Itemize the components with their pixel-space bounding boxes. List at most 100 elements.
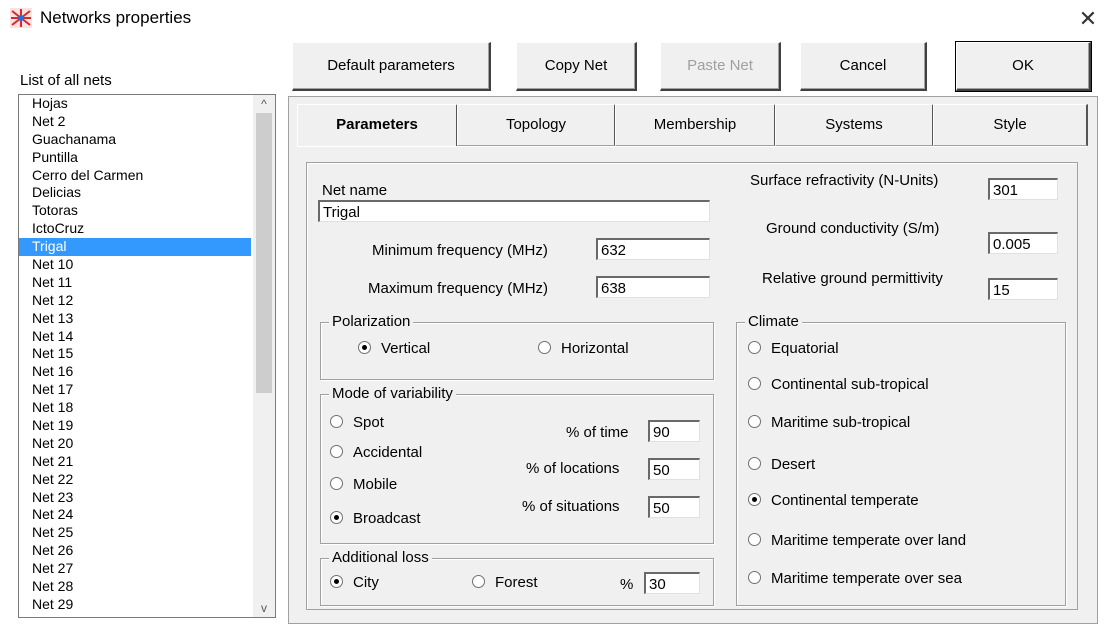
radio-label: City bbox=[353, 574, 379, 591]
climate-option-radio[interactable]: Maritime temperate over land bbox=[748, 532, 966, 549]
list-item[interactable]: Puntilla bbox=[19, 149, 251, 167]
radio-label: Accidental bbox=[353, 444, 423, 461]
list-item[interactable]: Net 10 bbox=[19, 256, 251, 274]
surface-refractivity-label: Surface refractivity (N-Units) bbox=[750, 172, 939, 189]
climate-option-radio[interactable]: Maritime sub-tropical bbox=[748, 414, 910, 431]
list-item[interactable]: Net 20 bbox=[19, 435, 251, 453]
variability-mobile-radio[interactable]: Mobile bbox=[330, 476, 397, 493]
list-item[interactable]: Net 15 bbox=[19, 345, 251, 363]
list-item[interactable]: Net 11 bbox=[19, 274, 251, 292]
variability-broadcast-radio[interactable]: Broadcast bbox=[330, 510, 421, 527]
list-item[interactable]: Delicias bbox=[19, 184, 251, 202]
radio-icon bbox=[748, 570, 761, 584]
radio-label: Horizontal bbox=[561, 340, 629, 357]
loss-forest-radio[interactable]: Forest bbox=[472, 574, 538, 591]
list-item[interactable]: Net 16 bbox=[19, 363, 251, 381]
radio-icon bbox=[330, 476, 343, 490]
relative-permittivity-field[interactable]: 15 bbox=[988, 278, 1058, 300]
list-scrollbar[interactable]: ^ v bbox=[253, 95, 275, 617]
loss-percent-label: % bbox=[620, 576, 634, 593]
climate-option-radio[interactable]: Continental sub-tropical bbox=[748, 376, 929, 393]
time-percent-field[interactable]: 90 bbox=[648, 420, 700, 442]
close-icon[interactable]: ✕ bbox=[1075, 6, 1101, 32]
radio-icon bbox=[748, 532, 761, 546]
loss-city-radio[interactable]: City bbox=[330, 574, 379, 591]
nets-listbox[interactable]: Hojas Net 2 Guachanama Puntilla Cerro del Ca… bbox=[18, 94, 276, 618]
climate-option-radio[interactable]: Desert bbox=[748, 456, 815, 473]
tab-topology[interactable]: Topology bbox=[457, 104, 616, 146]
list-item[interactable]: Net 27 bbox=[19, 560, 251, 578]
scroll-thumb[interactable] bbox=[256, 113, 272, 393]
net-name-field[interactable]: Trigal bbox=[318, 200, 710, 222]
window-title: Networks properties bbox=[40, 8, 192, 27]
list-item[interactable]: Net 21 bbox=[19, 453, 251, 471]
ground-conductivity-label: Ground conductivity (S/m) bbox=[766, 220, 940, 237]
list-item[interactable]: Hojas bbox=[19, 95, 251, 113]
radio-selected-icon bbox=[330, 574, 343, 588]
net-name-label: Net name bbox=[322, 182, 388, 199]
variability-accidental-radio[interactable]: Accidental bbox=[330, 444, 422, 461]
copy-net-button[interactable]: Copy Net bbox=[516, 42, 637, 91]
radio-label: Broadcast bbox=[353, 510, 421, 527]
list-item[interactable]: Net 19 bbox=[19, 417, 251, 435]
situations-percent-label: % of situations bbox=[522, 498, 620, 515]
radio-label: Maritime temperate over land bbox=[771, 532, 967, 549]
variability-title: Mode of variability bbox=[329, 385, 456, 402]
list-item[interactable]: Net 28 bbox=[19, 578, 251, 596]
ok-button[interactable]: OK bbox=[955, 41, 1092, 92]
scroll-down-icon[interactable]: v bbox=[253, 599, 275, 617]
default-parameters-button[interactable]: Default parameters bbox=[292, 42, 491, 91]
climate-option-radio[interactable]: Maritime temperate over sea bbox=[748, 570, 962, 587]
list-label: List of all nets bbox=[20, 72, 112, 89]
radio-label: Mobile bbox=[353, 476, 398, 493]
paste-net-button[interactable]: Paste Net bbox=[660, 42, 781, 91]
tab-style[interactable]: Style bbox=[933, 104, 1088, 146]
list-item[interactable]: Cerro del Carmen bbox=[19, 167, 251, 185]
ground-conductivity-field[interactable]: 0.005 bbox=[988, 232, 1058, 254]
polarization-vertical-radio[interactable]: Vertical bbox=[358, 340, 430, 357]
list-item[interactable]: Net 17 bbox=[19, 381, 251, 399]
radio-selected-icon bbox=[748, 492, 761, 506]
list-item[interactable]: Guachanama bbox=[19, 131, 251, 149]
polarization-horizontal-radio[interactable]: Horizontal bbox=[538, 340, 629, 357]
list-item[interactable]: Trigal bbox=[19, 238, 251, 257]
list-item[interactable]: IctoCruz bbox=[19, 220, 251, 238]
climate-option-radio[interactable]: Equatorial bbox=[748, 340, 839, 357]
cancel-button[interactable]: Cancel bbox=[800, 42, 927, 91]
tab-parameters[interactable]: Parameters bbox=[297, 104, 458, 147]
list-item[interactable]: Net 25 bbox=[19, 524, 251, 542]
tab-membership[interactable]: Membership bbox=[615, 104, 776, 146]
list-item[interactable]: Net 29 bbox=[19, 596, 251, 614]
list-item[interactable]: Net 22 bbox=[19, 471, 251, 489]
min-frequency-field[interactable]: 632 bbox=[596, 238, 710, 260]
radio-label: Continental sub-tropical bbox=[771, 376, 929, 393]
locations-percent-field[interactable]: 50 bbox=[648, 458, 700, 480]
list-item[interactable]: Net 18 bbox=[19, 399, 251, 417]
list-item[interactable]: Net 26 bbox=[19, 542, 251, 560]
radio-label: Forest bbox=[495, 574, 538, 591]
max-frequency-label: Maximum frequency (MHz) bbox=[368, 280, 549, 297]
list-item[interactable]: Net 12 bbox=[19, 292, 251, 310]
list-item[interactable]: Net 24 bbox=[19, 506, 251, 524]
list-item[interactable]: Net 14 bbox=[19, 328, 251, 346]
time-percent-label: % of time bbox=[566, 424, 629, 441]
locations-percent-label: % of locations bbox=[526, 460, 620, 477]
polarization-title: Polarization bbox=[329, 313, 414, 330]
radio-selected-icon bbox=[358, 340, 371, 354]
list-item[interactable]: Net 23 bbox=[19, 489, 251, 507]
loss-percent-field[interactable]: 30 bbox=[644, 572, 700, 594]
radio-icon bbox=[748, 340, 761, 354]
list-item[interactable]: Net 13 bbox=[19, 310, 251, 328]
variability-spot-radio[interactable]: Spot bbox=[330, 414, 384, 431]
climate-option-radio[interactable]: Continental temperate bbox=[748, 492, 919, 509]
radio-icon bbox=[330, 444, 343, 458]
tab-systems[interactable]: Systems bbox=[775, 104, 934, 146]
max-frequency-field[interactable]: 638 bbox=[596, 276, 710, 298]
surface-refractivity-field[interactable]: 301 bbox=[988, 178, 1058, 200]
nets-list: Hojas Net 2 Guachanama Puntilla Cerro del Ca… bbox=[19, 95, 251, 614]
situations-percent-field[interactable]: 50 bbox=[648, 496, 700, 518]
radio-icon bbox=[472, 574, 485, 588]
scroll-up-icon[interactable]: ^ bbox=[253, 95, 275, 113]
list-item[interactable]: Totoras bbox=[19, 202, 251, 220]
list-item[interactable]: Net 2 bbox=[19, 113, 251, 131]
